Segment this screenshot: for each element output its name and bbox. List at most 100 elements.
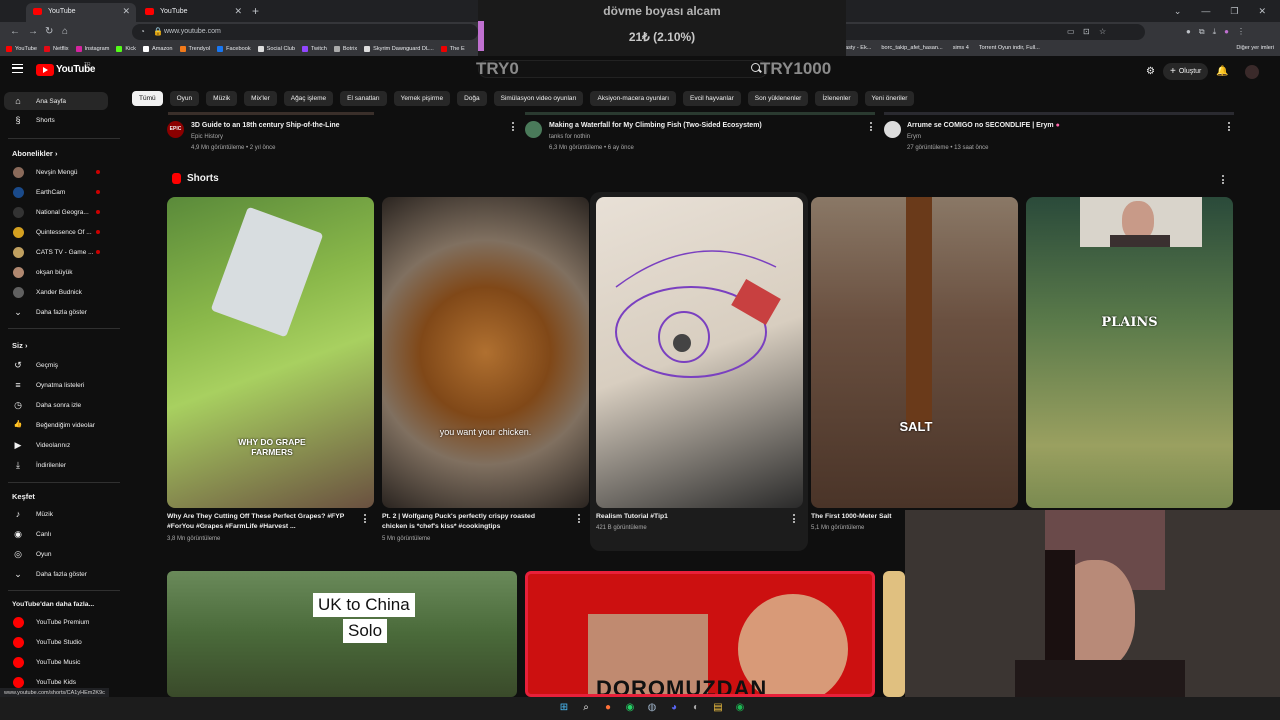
short-title[interactable]: Realism Tutorial #Tip1 [596,512,776,522]
bookmark-facebook[interactable]: Facebook [217,46,251,52]
video-title[interactable]: 3D Guide to an 18th century Ship-of-the-… [191,122,340,129]
more-options-icon[interactable] [870,122,872,131]
more-options-icon[interactable] [793,514,795,523]
bookmark-kick[interactable]: Kick [116,46,136,52]
bookmark-item[interactable]: asty - Ek... [845,45,871,51]
show-more-explore[interactable]: ⌄ Daha fazla göster [4,565,108,583]
discord-icon[interactable]: ◕ [666,701,682,715]
steam-icon[interactable]: ◍ [644,701,660,715]
video-title[interactable]: Making a Waterfall for My Climbing Fish … [549,122,762,129]
sidebar-item-watch-later[interactable]: ◷ Daha sonra izle [4,396,108,414]
video-thumbnail-edge[interactable] [525,112,875,115]
address-bar[interactable]: ◔ 🔒 www.youtube.com [132,24,478,40]
sidebar-item-subscription[interactable]: CATS TV - Game ... [4,243,108,261]
minimize-button[interactable]: — [1201,6,1210,16]
video-thumbnail-edge[interactable] [884,112,1234,115]
chip[interactable]: Doğa [457,91,487,106]
forward-icon[interactable]: → [28,26,38,37]
more-options-icon[interactable] [578,514,580,523]
new-tab-button[interactable]: + [252,4,259,18]
sidebar-item-subscription[interactable]: Quintessence Of ... [4,223,108,241]
other-bookmarks[interactable]: Diğer yer imleri [1236,45,1274,51]
search-taskbar-icon[interactable]: ⌕ [578,701,594,715]
chip[interactable]: Yeni öneriler [864,91,915,106]
sidebar-item-liked[interactable]: 👍 Beğendiğim videolar [4,416,108,434]
video-thumbnail[interactable]: UK to China Solo [167,571,517,697]
channel-avatar[interactable]: EPIC [167,121,184,138]
tab-search-icon[interactable]: ⌄ [1174,6,1182,17]
short-thumbnail[interactable]: you want your chicken. [382,197,589,508]
channel-name[interactable]: Epic History [191,134,223,140]
sidebar-item-playlists[interactable]: ≡ Oynatma listeleri [4,376,108,394]
short-thumbnail[interactable] [596,197,803,508]
sidebar-item-your-videos[interactable]: ▶ Videolarınız [4,436,108,454]
cast-icon[interactable]: ▭ [1067,27,1075,36]
chip[interactable]: Yemek pişirme [393,91,451,106]
chip-all[interactable]: Tümü [132,91,163,106]
chip[interactable]: Ağaç işleme [283,91,334,106]
sidebar-item-subscription[interactable]: Xander Budnick [4,283,108,301]
sidebar-item-subscription[interactable]: Nevşin Mengü [4,163,108,181]
bookmark-amazon[interactable]: Amazon [142,46,173,52]
sidebar-item-shorts[interactable]: § Shorts [4,111,108,129]
avatar[interactable] [1244,64,1259,79]
windows-start-icon[interactable]: ⊞ [556,701,572,715]
chip[interactable]: El sanatları [340,91,387,106]
you-heading[interactable]: Siz › [12,341,27,350]
subscriptions-heading[interactable]: Abonelikler › [12,149,57,158]
sidebar-item-music-app[interactable]: YouTube Music [4,653,108,671]
chip[interactable]: İzlenenler [815,91,858,106]
chip[interactable]: Müzik [206,91,238,106]
sidebar-item-history[interactable]: ↺ Geçmiş [4,356,108,374]
sidebar-item-subscription[interactable]: okşan büyük [4,263,108,281]
browser-tab-active[interactable]: YouTube ✕ [26,3,136,22]
short-title[interactable]: The First 1000-Meter Salt [811,512,906,522]
reload-icon[interactable]: ↻ [45,26,53,37]
bookmark-social-club[interactable]: Social Club [257,46,295,52]
whatsapp-icon[interactable]: ◉ [622,701,638,715]
bookmark-item[interactable]: Torrent Oyun indir, Full... [979,45,1040,51]
video-thumbnail[interactable] [883,571,905,697]
browser-menu-icon[interactable]: ⋮ [1237,27,1245,37]
bookmark-youtube[interactable]: YouTube [6,46,37,52]
bookmark-instagram[interactable]: Instagram [75,46,109,52]
video-thumbnail-edge[interactable] [168,112,374,115]
puzzle-icon[interactable]: ⧉ [1199,27,1205,37]
maximize-button[interactable]: ❐ [1230,6,1238,17]
chip[interactable]: Evcil hayvanlar [683,91,741,106]
short-title[interactable]: Why Are They Cutting Off These Perfect G… [167,512,347,532]
notification-bell-icon[interactable]: 🔔 [1216,66,1228,77]
channel-avatar[interactable] [884,121,901,138]
shelf-options-icon[interactable] [1222,175,1224,184]
more-options-icon[interactable] [364,514,366,523]
bookmark-trendyol[interactable]: Trendyol [179,46,210,52]
search-icon[interactable] [751,63,760,72]
sidebar-item-music[interactable]: ♪ Müzik [4,505,108,523]
close-tab-icon[interactable]: ✕ [234,6,242,17]
bookmark-item[interactable]: borc_takip_afet_hasan... [881,45,942,51]
sidebar-item-subscription[interactable]: National Geogra... [4,203,108,221]
star-icon[interactable]: ☆ [1099,27,1106,36]
channel-name[interactable]: tanks for nothin [549,134,590,140]
close-tab-icon[interactable]: ✕ [122,6,130,17]
sidebar-item-gaming[interactable]: ◎ Oyun [4,545,108,563]
bookmark-botrix[interactable]: Botrix [333,46,357,52]
spotify-icon[interactable]: ◉ [732,701,748,715]
chip[interactable]: Mix'ler [244,91,277,106]
sidebar-item-home[interactable]: ⌂ Ana Sayfa [4,92,108,110]
bookmark-the-e[interactable]: The E [440,46,465,52]
file-explorer-icon[interactable]: ▤ [710,701,726,715]
more-options-icon[interactable] [512,122,514,131]
channel-avatar[interactable] [525,121,542,138]
short-thumbnail[interactable]: WHY DO GRAPE FARMERS [167,197,374,508]
firefox-icon[interactable]: ● [600,701,616,715]
channel-name[interactable]: Erym [907,134,921,140]
browser-tab[interactable]: YouTube ✕ [138,3,248,22]
sidebar-item-studio[interactable]: YouTube Studio [4,633,108,651]
extension-icon[interactable]: ● [1186,27,1191,37]
sidebar-item-live[interactable]: ◉ Canlı [4,525,108,543]
more-options-icon[interactable] [1228,122,1230,131]
sidebar-item-premium[interactable]: YouTube Premium [4,613,108,631]
short-thumbnail[interactable]: SALT [811,197,1018,508]
back-icon[interactable]: ← [10,26,20,37]
